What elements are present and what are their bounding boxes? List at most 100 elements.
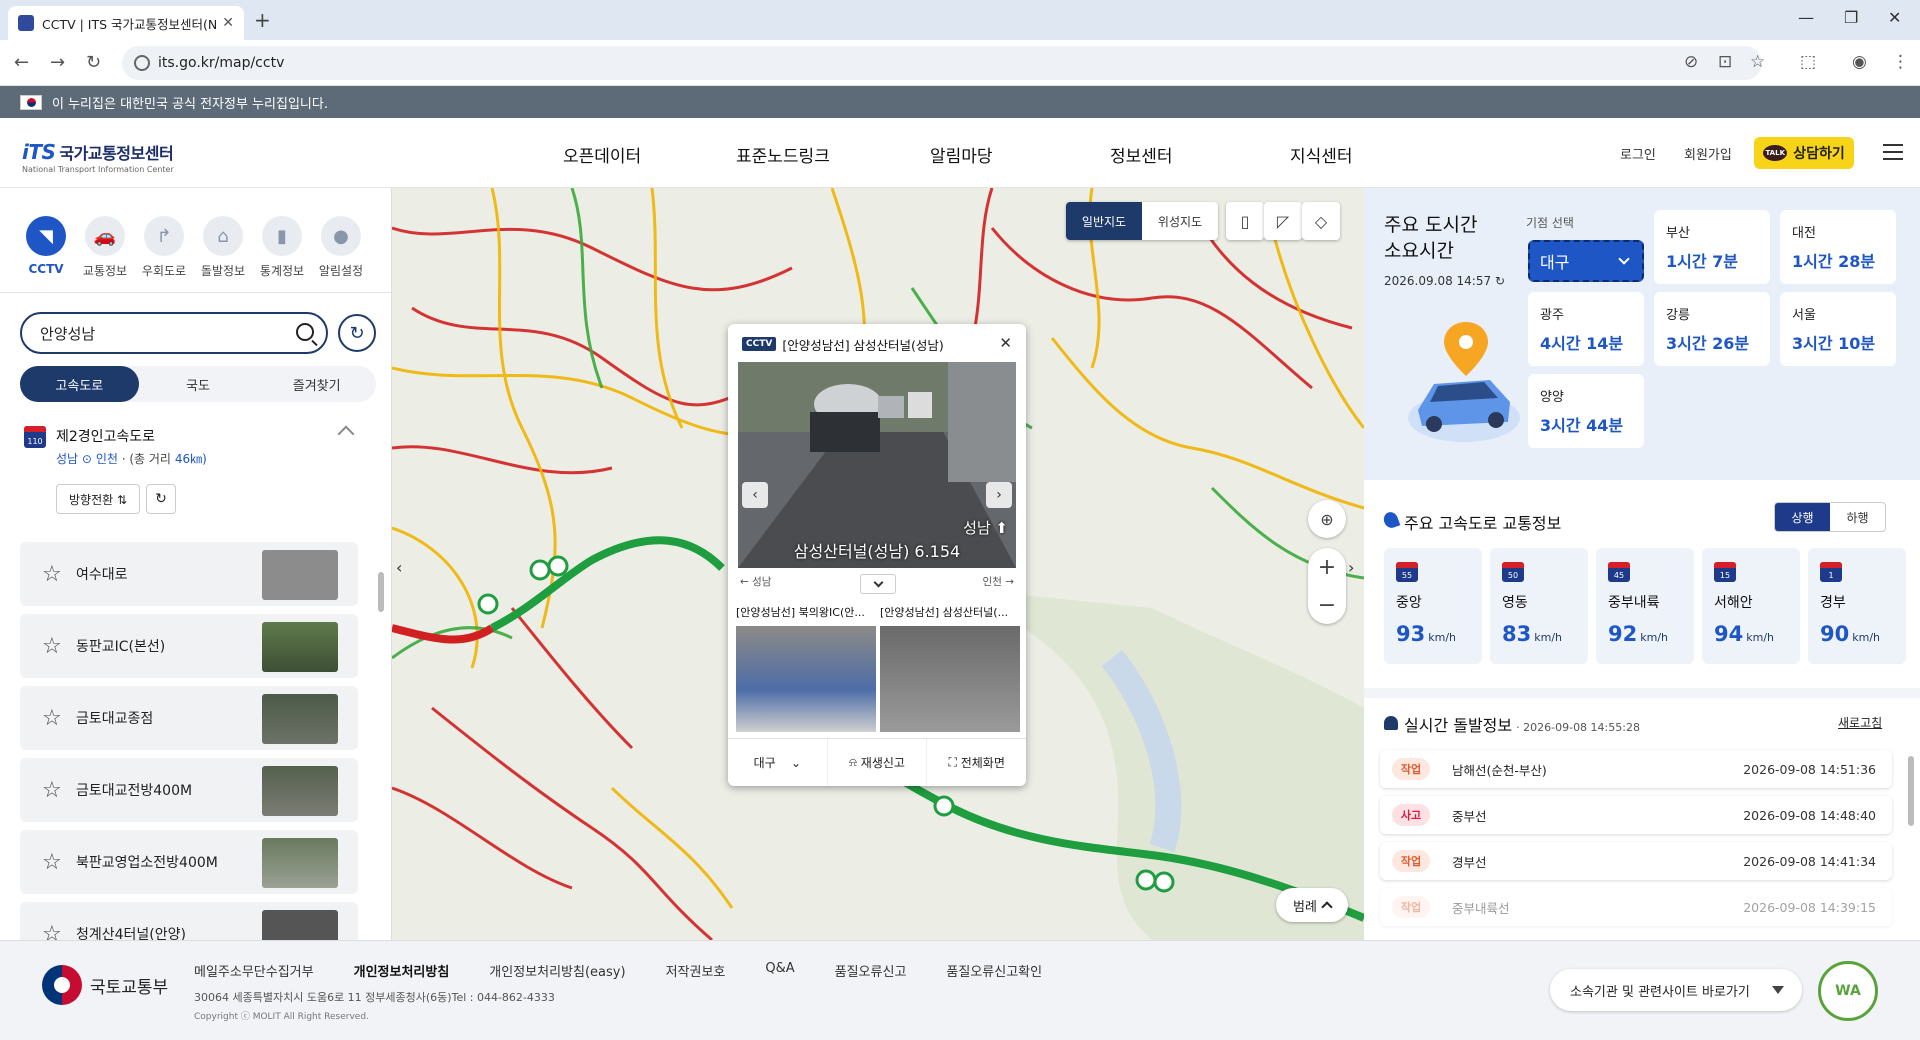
star-icon[interactable]: ☆ (42, 850, 62, 875)
footer-link[interactable]: Q&A (765, 961, 794, 980)
signup-link[interactable]: 회원가입 (1684, 144, 1732, 163)
zoom-in-icon[interactable]: + (1308, 548, 1346, 586)
nav-knowledge[interactable]: 지식센터 (1290, 142, 1353, 167)
search-icon[interactable] (296, 323, 314, 341)
login-link[interactable]: 로그인 (1620, 144, 1656, 163)
map-type-satellite[interactable]: 위성지도 (1142, 202, 1218, 240)
time-refresh-icon[interactable]: ↻ (1495, 274, 1505, 288)
collapse-right-icon[interactable]: › (1348, 558, 1354, 577)
star-icon[interactable]: ☆ (42, 562, 62, 587)
kakao-talk-button[interactable]: TALK 상담하기 (1754, 137, 1854, 169)
base-select[interactable]: 대구 (1528, 240, 1644, 282)
incident-row[interactable]: 작업 중부내륙선 2026-09-08 14:39:15 (1380, 888, 1892, 926)
browser-menu-icon[interactable]: ⋮ (1892, 52, 1909, 72)
tab-national-road[interactable]: 국도 (139, 366, 258, 402)
reload-icon[interactable]: ↻ (86, 52, 101, 73)
star-icon[interactable]: ☆ (42, 778, 62, 803)
layers-icon[interactable]: ◇ (1302, 202, 1340, 240)
restore-icon[interactable]: ❐ (1844, 8, 1858, 27)
footer-link[interactable]: 품질오류신고확인 (946, 961, 1042, 980)
footer-link[interactable]: 품질오류신고 (835, 961, 907, 980)
cctv-list-item[interactable]: ☆ 청계산4터널(안양) (20, 902, 358, 940)
profile-icon[interactable]: ◉ (1852, 52, 1867, 72)
incident-row[interactable]: 작업 남해선(순천-부산) 2026-09-08 14:51:36 (1380, 750, 1892, 788)
category-detour[interactable]: ↱ 우회도로 (134, 216, 194, 279)
site-info-icon[interactable] (134, 55, 150, 71)
browser-tab[interactable]: CCTV | ITS 국가교통정보센터(N ✕ (8, 6, 244, 40)
nav-notice[interactable]: 알림마당 (930, 142, 993, 167)
footer-link[interactable]: 개인정보처리방침(easy) (489, 961, 625, 980)
molit-logo[interactable]: 국토교통부 (42, 965, 168, 1005)
cctv-toggle-icon[interactable]: ◸ (1264, 202, 1302, 240)
highway-card[interactable]: 15 서해안 94 km/h (1702, 548, 1800, 664)
legend-button[interactable]: 범례 (1276, 888, 1348, 922)
site-logo[interactable]: iTS 국가교통정보센터 National Transport Informati… (22, 140, 174, 174)
traffic-light-icon[interactable]: ▯ (1226, 202, 1264, 240)
inc-refresh-link[interactable]: 새로고침 (1838, 714, 1882, 731)
nearby-cam-2-thumbnail[interactable] (880, 626, 1020, 732)
close-window-icon[interactable]: ✕ (1888, 8, 1901, 27)
category-incident[interactable]: ⌂ 돌발정보 (193, 216, 253, 279)
star-icon[interactable]: ☆ (42, 634, 62, 659)
incident-row[interactable]: 작업 경부선 2026-09-08 14:41:34 (1380, 842, 1892, 880)
install-icon[interactable]: ⊡ (1718, 52, 1732, 72)
url-field[interactable]: its.go.kr/map/cctv (122, 46, 1762, 80)
nav-infocenter[interactable]: 정보센터 (1110, 142, 1173, 167)
footer-link[interactable]: 메일주소무단수집거부 (194, 961, 314, 980)
cctv-list-item[interactable]: ☆ 금토대교종점 (20, 686, 358, 750)
region-select[interactable]: 대구 ⌄ (728, 739, 828, 786)
category-alert[interactable]: ● 알림설정 (311, 216, 371, 279)
hamburger-menu-icon[interactable] (1883, 144, 1903, 160)
expand-icon[interactable] (860, 574, 896, 594)
cctv-list-item[interactable]: ☆ 동판교IC(본선) (20, 614, 358, 678)
nearby-cam-1-thumbnail[interactable] (736, 626, 876, 732)
dir-down[interactable]: 하행 (1830, 503, 1885, 531)
tab-expressway[interactable]: 고속도로 (20, 366, 139, 402)
bookmark-star-icon[interactable]: ☆ (1750, 52, 1765, 72)
back-icon[interactable]: ← (14, 52, 29, 73)
refresh-button[interactable]: ↻ (338, 314, 376, 352)
popup-close-icon[interactable]: ✕ (999, 334, 1012, 352)
nearby-cam-1-title[interactable]: [안양성남선] 북의왕IC(안... (736, 604, 876, 620)
footer-link[interactable]: 저작권보호 (666, 961, 726, 980)
zoom-out-icon[interactable]: − (1308, 586, 1346, 624)
category-stats[interactable]: ▮ 통계정보 (252, 216, 312, 279)
collapse-left-icon[interactable]: ‹ (396, 558, 402, 577)
close-tab-icon[interactable]: ✕ (222, 15, 234, 31)
search-input[interactable]: 안양성남 (20, 312, 328, 354)
highway-card[interactable]: 45 중부내륙 92 km/h (1596, 548, 1694, 664)
cctv-video[interactable]: 성남 ⬆ 삼성산터널(성남) 6.154 ‹ › (738, 362, 1016, 568)
category-traffic[interactable]: 🚗 교통정보 (75, 216, 135, 279)
star-icon[interactable]: ☆ (42, 922, 62, 940)
cctv-list-item[interactable]: ☆ 여수대로 (20, 542, 358, 606)
eye-off-icon[interactable]: ⊘ (1684, 52, 1698, 72)
direction-switch-button[interactable]: 방향전환 ⇅ (56, 484, 140, 514)
nearby-cam-2-title[interactable]: [안양성남선] 삼성산터널(... (880, 604, 1020, 620)
category-cctv[interactable]: ◥ CCTV (16, 216, 76, 276)
new-tab-icon[interactable]: + (254, 8, 271, 32)
highway-card[interactable]: 50 영동 83 km/h (1490, 548, 1588, 664)
footer-link[interactable]: 개인정보처리방침 (354, 961, 450, 980)
dir-up[interactable]: 상행 (1775, 503, 1830, 531)
locate-icon[interactable]: ⊕ (1308, 500, 1346, 538)
list-refresh-button[interactable]: ↻ (146, 484, 176, 514)
cctv-list-item[interactable]: ☆ 북판교영업소전방400M (20, 830, 358, 894)
next-camera-icon[interactable]: › (986, 482, 1012, 508)
extensions-icon[interactable]: ⬚ (1800, 52, 1816, 72)
forward-icon[interactable]: → (50, 52, 65, 73)
nav-opendata[interactable]: 오픈데이터 (563, 142, 641, 167)
star-icon[interactable]: ☆ (42, 706, 62, 731)
scrollbar[interactable] (1908, 756, 1914, 826)
scrollbar[interactable] (378, 572, 384, 612)
highway-card[interactable]: 1 경부 90 km/h (1808, 548, 1906, 664)
related-sites-select[interactable]: 소속기관 및 관련사이트 바로가기 (1550, 969, 1802, 1011)
report-button[interactable]: ⍾ 재생신고 (828, 739, 928, 786)
incident-row[interactable]: 사고 중부선 2026-09-08 14:48:40 (1380, 796, 1892, 834)
nav-nodelink[interactable]: 표준노드링크 (736, 142, 830, 167)
prev-camera-icon[interactable]: ‹ (742, 482, 768, 508)
fullscreen-button[interactable]: ⛶ 전체화면 (927, 739, 1026, 786)
highway-card[interactable]: 55 중앙 93 km/h (1384, 548, 1482, 664)
tab-favorites[interactable]: 즐겨찾기 (257, 366, 376, 402)
map-type-normal[interactable]: 일반지도 (1066, 202, 1142, 240)
cctv-list-item[interactable]: ☆ 금토대교전방400M (20, 758, 358, 822)
